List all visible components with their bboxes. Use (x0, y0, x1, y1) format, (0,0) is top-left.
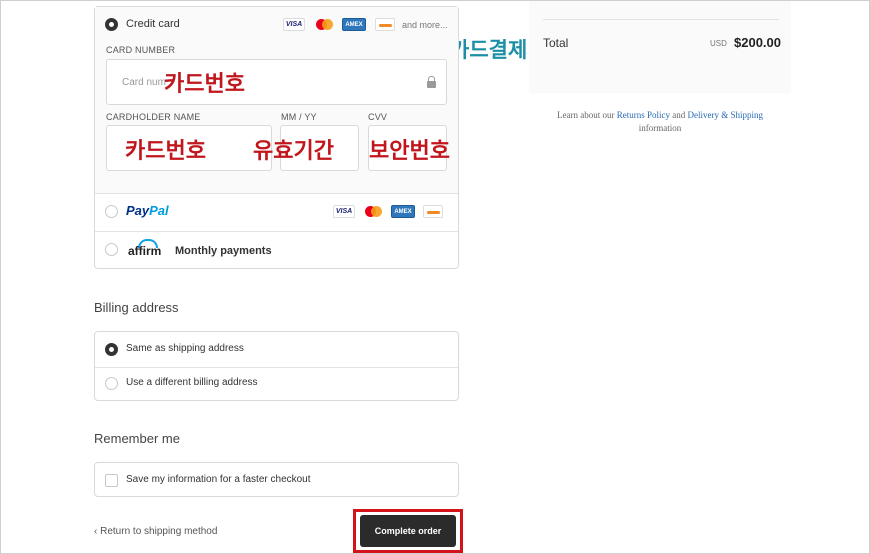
card-payment-annotation: 카드결제 (450, 38, 528, 62)
card-number-annotation: 카드번호 (164, 72, 245, 97)
complete-order-button[interactable]: Complete order (360, 515, 456, 547)
billing-address-box: Same as shipping address Use a different… (94, 331, 459, 401)
paypal-logo-part1: Pay (126, 203, 150, 218)
save-info-label: Save my information for a faster checkou… (126, 474, 311, 485)
remember-me-box: Save my information for a faster checkou… (94, 462, 459, 497)
affirm-logo: affirm (128, 244, 162, 258)
different-billing-label: Use a different billing address (126, 377, 258, 388)
expiry-annotation: 유효기간 (253, 139, 334, 164)
credit-card-section: Credit card VISA AMEX and more... CARD N… (95, 7, 458, 194)
paypal-visa-icon: VISA (333, 205, 355, 218)
policy-info: Learn about our Returns Policy and Deliv… (529, 109, 791, 135)
cardholder-annotation: 카드번호 (125, 139, 206, 164)
remember-me-title: Remember me (94, 431, 180, 446)
return-link-label: Return to shipping method (100, 526, 218, 537)
return-to-shipping-link[interactable]: ‹ Return to shipping method (94, 526, 217, 537)
and-more-text: and more... (402, 20, 448, 30)
monthly-payments-label: Monthly payments (175, 245, 272, 257)
mastercard-icon (316, 18, 334, 31)
paypal-radio[interactable] (105, 205, 118, 218)
paypal-logo: PayPal (126, 203, 169, 218)
affirm-radio[interactable] (105, 243, 118, 256)
paypal-logo-part2: Pal (149, 203, 169, 218)
card-number-input[interactable]: Card num (106, 59, 447, 105)
discover-icon (375, 18, 395, 31)
policy-prefix: Learn about our (557, 110, 615, 120)
visa-icon: VISA (283, 18, 305, 31)
total-label: Total (543, 36, 569, 50)
currency-label: USD (710, 39, 727, 48)
card-number-placeholder: Card num (122, 77, 166, 88)
same-as-shipping-radio[interactable] (105, 343, 118, 356)
card-number-label: CARD NUMBER (106, 45, 176, 55)
order-summary-panel: Total USD $200.00 (529, 1, 791, 93)
cardholder-name-label: CARDHOLDER NAME (106, 112, 201, 122)
delivery-shipping-link[interactable]: Delivery & Shipping (687, 110, 763, 120)
save-info-checkbox[interactable] (105, 474, 118, 487)
billing-divider (95, 367, 458, 368)
expiry-label: MM / YY (281, 112, 317, 122)
amex-icon: AMEX (342, 18, 366, 31)
summary-divider (543, 19, 779, 20)
payment-divider (95, 231, 458, 232)
different-billing-radio[interactable] (105, 377, 118, 390)
policy-suffix: information (638, 123, 682, 133)
cvv-label: CVV (368, 112, 388, 122)
policy-and: and (672, 110, 686, 120)
paypal-mastercard-icon (365, 205, 383, 218)
chevron-left-icon: ‹ (94, 526, 98, 537)
credit-card-radio[interactable] (105, 18, 118, 31)
paypal-amex-icon: AMEX (391, 205, 415, 218)
paypal-discover-icon (423, 205, 443, 218)
returns-policy-link[interactable]: Returns Policy (617, 110, 670, 120)
security-code-annotation: 보안번호 (369, 139, 450, 164)
credit-card-label: Credit card (126, 18, 180, 30)
lock-icon (427, 76, 436, 88)
billing-address-title: Billing address (94, 300, 179, 315)
total-amount: $200.00 (734, 35, 781, 50)
same-as-shipping-label: Same as shipping address (126, 343, 244, 354)
